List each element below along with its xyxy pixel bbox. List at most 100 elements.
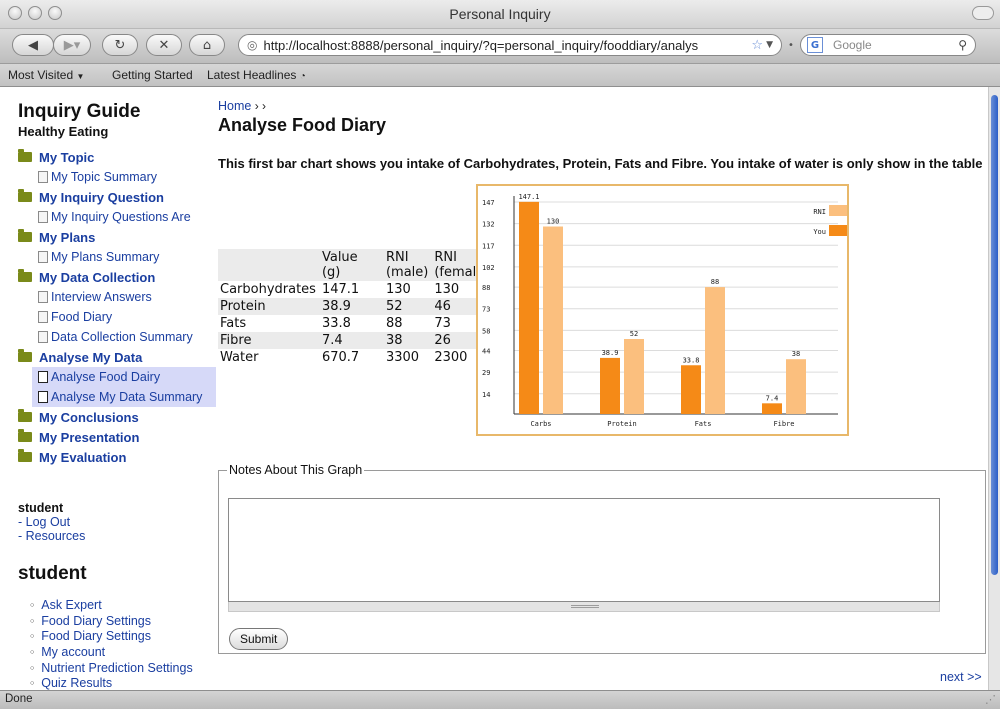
url-text[interactable]: http://localhost:8888/personal_inquiry/?… [263,38,751,53]
x-tick-label: Fibre [773,420,794,428]
search-icon[interactable]: ⚲ [958,38,967,52]
stop-button[interactable]: ✕ [146,34,182,56]
table-header-cell: RNI (male) [383,249,433,281]
sidebar-section-my-data-collection[interactable]: My Data Collection [18,267,208,287]
sidebar-section-analyse-my-data[interactable]: Analyse My Data [18,347,208,367]
y-tick-label: 147 [482,199,495,207]
inquiry-guide-sidebar: Inquiry Guide Healthy Eating My Topic My… [18,101,216,467]
page-scrollbar[interactable] [988,87,1000,690]
reload-button[interactable]: ↻ [102,34,138,56]
search-bar[interactable]: G Google ⚲ [800,34,976,56]
back-button[interactable]: ◀ [12,34,54,56]
breadcrumb-home-link[interactable]: Home [218,99,251,113]
sidebar-item-analyse-my-data-summary[interactable]: Analyse My Data Summary [38,387,216,407]
table-header-cell [218,249,320,281]
page-icon [38,311,48,323]
table-cell: Fibre [218,332,320,349]
sidebar-item-my-inquiry-questions[interactable]: My Inquiry Questions Are [38,207,208,227]
table-row: Carbohydrates 147.1 130 130 [218,281,493,298]
window-resize-icon[interactable]: ⋰ [985,693,996,706]
window-title: Personal Inquiry [449,6,551,22]
forward-button[interactable]: ▶▾ [53,34,91,56]
menu-item-ask-expert[interactable]: Ask Expert [30,598,193,614]
sidebar-item-food-diary[interactable]: Food Diary [38,307,208,327]
table-row: Water 670.7 3300 2300 [218,349,493,366]
address-bar[interactable]: ◎ http://localhost:8888/personal_inquiry… [238,34,782,56]
site-globe-icon: ◎ [247,38,258,52]
user-name: student [18,501,64,515]
breadcrumb: Home › › [218,99,988,113]
breadcrumb-separator: › › [254,99,267,113]
table-cell: 52 [383,298,433,315]
data-label: 52 [630,330,638,338]
bar-you [519,201,539,414]
history-dropdown-icon[interactable]: ▼ [766,40,773,50]
textarea-resize-grip[interactable] [228,602,940,612]
folder-icon [18,269,32,282]
data-label: 38 [792,350,800,358]
sidebar-item-analyse-food-dairy[interactable]: Analyse Food Dairy [38,367,216,387]
menu-item-quiz-results[interactable]: Quiz Results [30,676,193,690]
table-cell: 33.8 [321,316,351,331]
bar-you [762,403,782,414]
grip-lines-icon [571,605,599,608]
bookmark-most-visited[interactable]: Most Visited ▼ [8,68,84,82]
sidebar-section-my-inquiry-question[interactable]: My Inquiry Question [18,187,208,207]
x-tick-label: Protein [607,420,637,428]
sidebar-item-interview-answers[interactable]: Interview Answers [38,287,208,307]
scrollbar-thumb[interactable] [991,95,998,575]
next-link[interactable]: next >> [940,670,982,684]
folder-icon [18,189,32,202]
sidebar-section-my-conclusions[interactable]: My Conclusions [18,407,208,427]
table-cell: Water [220,350,259,365]
logout-link[interactable]: - Log Out [18,515,85,529]
table-cell: 88 [385,316,403,331]
page-icon [38,331,48,343]
folder-icon [18,229,32,242]
home-icon: ⌂ [202,37,212,53]
legend-label: You [813,228,826,236]
back-arrow-icon: ◀ [28,37,38,53]
search-input[interactable]: Google [833,38,958,52]
sidebar-item-my-plans-summary[interactable]: My Plans Summary [38,247,208,267]
bar-you [600,357,620,414]
page-icon [38,371,48,383]
google-engine-icon[interactable]: G [807,37,823,53]
table-cell: 670.7 [321,350,360,365]
toolbar-toggle-button[interactable] [972,6,994,20]
menu-item-nutrient-prediction-settings[interactable]: Nutrient Prediction Settings [30,661,192,677]
stop-icon: ✕ [158,37,170,53]
sidebar-section-my-plans[interactable]: My Plans [18,227,208,247]
bar-rni [543,226,563,414]
sidebar-section-my-topic[interactable]: My Topic [18,147,208,167]
folder-icon [18,349,32,362]
data-label: 33.8 [683,356,700,364]
menu-item-my-account[interactable]: My account [30,645,193,661]
data-label: 7.4 [766,394,779,402]
page-title: Analyse Food Diary [218,115,387,135]
home-button[interactable]: ⌂ [189,34,225,56]
notes-textarea[interactable] [228,498,940,602]
sidebar-item-data-collection-summary[interactable]: Data Collection Summary [38,327,208,347]
bar-rni [705,287,725,414]
bar-you [681,365,701,414]
sidebar-section-my-presentation[interactable]: My Presentation [18,427,208,447]
legend-swatch [829,225,857,236]
menu-item-food-diary-settings-2[interactable]: Food Diary Settings [30,629,193,645]
submit-button[interactable]: Submit [229,628,289,650]
sidebar-item-my-topic-summary[interactable]: My Topic Summary [38,167,208,187]
resources-link[interactable]: - Resources [18,529,85,543]
window-titlebar: Personal Inquiry [0,0,1000,29]
table-cell: 38.9 [319,298,384,315]
table-row: Fats 33.8 88 73 [218,315,493,332]
bookmark-star-icon[interactable]: ☆ [751,38,763,53]
bookmark-getting-started[interactable]: Getting Started [112,68,193,82]
bookmark-latest-headlines[interactable]: Latest Headlines ◔ [207,68,306,82]
menu-item-food-diary-settings[interactable]: Food Diary Settings [30,614,193,630]
chevron-down-icon: ▼ [76,72,85,81]
sidebar-section-my-evaluation[interactable]: My Evaluation [18,447,208,467]
table-cell: Protein [218,298,320,315]
main-content: Home › › Analyse Food Diary This first b… [218,99,988,654]
legend-swatch [829,205,857,216]
table-cell: 147.1 [321,282,360,297]
